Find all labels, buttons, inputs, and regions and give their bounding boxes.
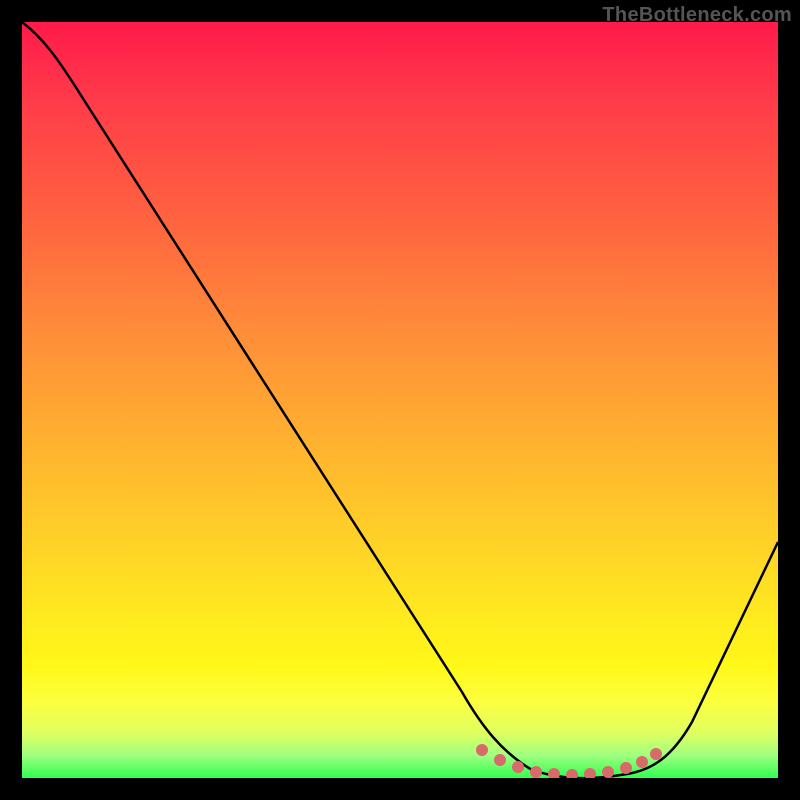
curve-svg	[22, 22, 778, 778]
plot-area	[22, 22, 778, 778]
chart-container: TheBottleneck.com	[0, 0, 800, 800]
bottleneck-curve-line	[22, 22, 778, 778]
